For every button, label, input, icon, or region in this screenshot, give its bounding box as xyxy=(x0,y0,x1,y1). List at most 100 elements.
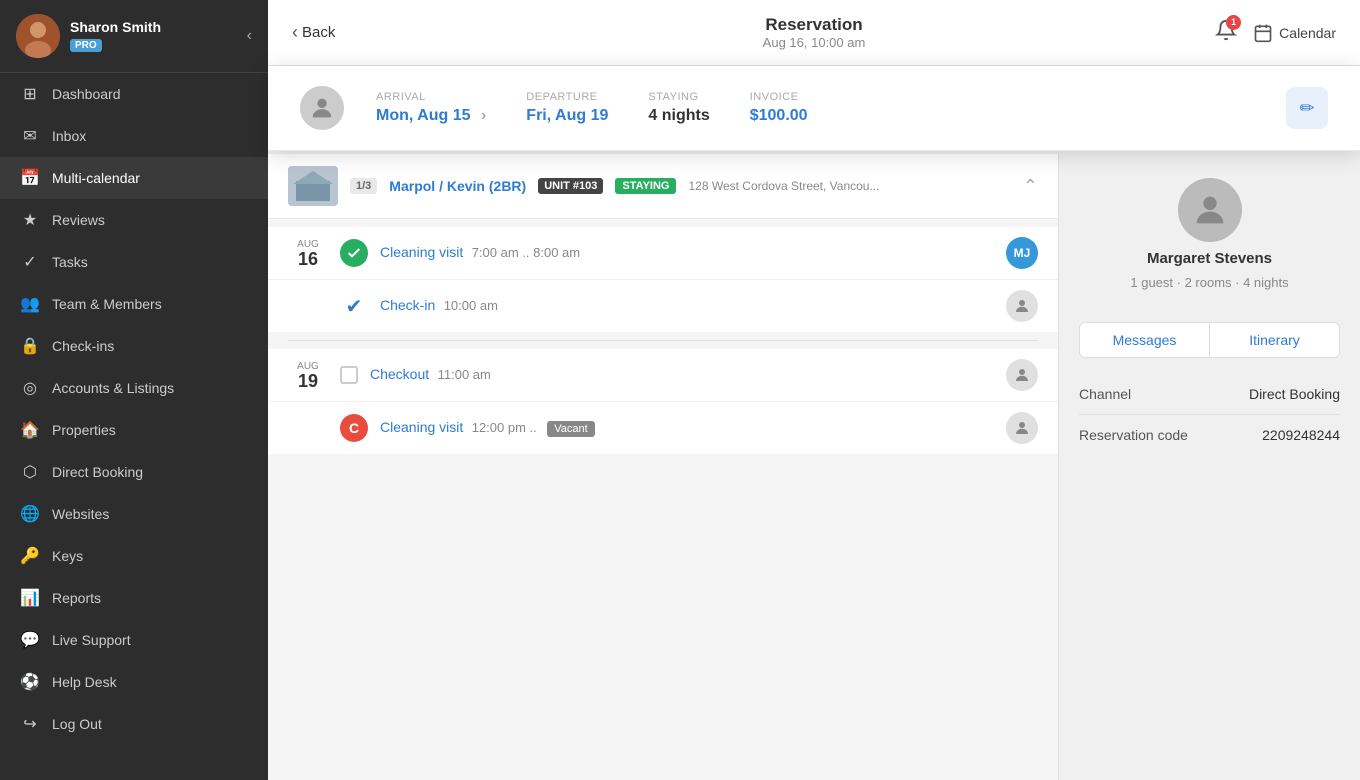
sidebar-item-dashboard[interactable]: ⊞ Dashboard xyxy=(0,73,268,115)
nav-icon-reviews: ★ xyxy=(20,210,40,230)
sidebar-item-reviews[interactable]: ★ Reviews xyxy=(0,199,268,241)
info-row-channel: Channel Direct Booking xyxy=(1079,374,1340,415)
sidebar-header: Sharon Smith PRO ‹ xyxy=(0,0,268,73)
action-tabs: Messages Itinerary xyxy=(1079,322,1340,358)
sidebar-item-tasks[interactable]: ✓ Tasks xyxy=(0,241,268,283)
nav-icon-log-out: ↪ xyxy=(20,714,40,734)
staying-value: 4 nights xyxy=(648,107,709,125)
tab-messages[interactable]: Messages xyxy=(1080,323,1210,357)
topbar-right: 1 Calendar xyxy=(1215,19,1336,47)
right-panel: Margaret Stevens 1 guest · 2 rooms · 4 n… xyxy=(1058,154,1360,780)
nav-icon-live-support: 💬 xyxy=(20,630,40,650)
event-assignee-person xyxy=(1006,359,1038,391)
booking-guest-avatar xyxy=(300,86,344,130)
edit-icon: ✏ xyxy=(1299,98,1314,119)
sidebar-item-websites[interactable]: 🌐 Websites xyxy=(0,493,268,535)
event-name: Check-in xyxy=(380,297,435,313)
day-label: AUG 16 xyxy=(288,239,328,268)
table-row: AUG 19 Checkout 11:00 am xyxy=(268,349,1058,402)
table-row: C Cleaning visit 12:00 pm .. Vacant xyxy=(268,402,1058,454)
sidebar-item-keys[interactable]: 🔑 Keys xyxy=(0,535,268,577)
nav-icon-accounts: ◎ xyxy=(20,378,40,398)
nav-label-dashboard: Dashboard xyxy=(52,86,121,102)
sidebar-item-inbox[interactable]: ✉ Inbox xyxy=(0,115,268,157)
calendar-button[interactable]: Calendar xyxy=(1253,23,1336,43)
collapse-property-icon[interactable]: ⌃ xyxy=(1023,176,1038,197)
nav-label-tasks: Tasks xyxy=(52,254,88,270)
notifications-button[interactable]: 1 xyxy=(1215,19,1237,47)
invoice-value: $100.00 xyxy=(750,107,808,125)
sidebar-item-reports[interactable]: 📊 Reports xyxy=(0,577,268,619)
sidebar-item-team[interactable]: 👥 Team & Members xyxy=(0,283,268,325)
tab-itinerary[interactable]: Itinerary xyxy=(1210,323,1339,357)
booking-card: ARRIVAL Mon, Aug 15 › DEPARTURE Fri, Aug… xyxy=(268,66,1360,151)
user-avatar xyxy=(16,14,60,58)
topbar: ‹ Back Reservation Aug 16, 10:00 am 1 xyxy=(268,0,1360,66)
event-time: 12:00 pm .. xyxy=(472,420,537,435)
checkin-check-icon: ✔ xyxy=(340,294,368,319)
nav-label-reports: Reports xyxy=(52,590,101,606)
staying-status-badge: STAYING xyxy=(615,178,676,194)
topbar-subtitle: Aug 16, 10:00 am xyxy=(763,35,866,50)
collapse-button[interactable]: ‹ xyxy=(247,27,252,45)
nav-label-websites: Websites xyxy=(52,506,109,522)
back-button[interactable]: ‹ Back xyxy=(292,22,335,43)
nav-label-multi-calendar: Multi-calendar xyxy=(52,170,140,186)
events-panel: 1/3 Marpol / Kevin (2BR) UNIT #103 STAYI… xyxy=(268,154,1058,780)
nav-label-reviews: Reviews xyxy=(52,212,105,228)
sidebar-item-log-out[interactable]: ↪ Log Out xyxy=(0,703,268,745)
nav-label-direct-booking: Direct Booking xyxy=(52,464,143,480)
property-name: Marpol / Kevin (2BR) xyxy=(389,178,526,194)
sidebar-item-help-desk[interactable]: ⚽ Help Desk xyxy=(0,661,268,703)
day-label: AUG 19 xyxy=(288,361,328,390)
invoice-field: INVOICE $100.00 xyxy=(750,91,808,125)
event-time: 10:00 am xyxy=(444,298,498,313)
sidebar-item-checkins[interactable]: 🔒 Check-ins xyxy=(0,325,268,367)
property-image xyxy=(288,166,338,206)
nav-icon-dashboard: ⊞ xyxy=(20,84,40,104)
event-assignee-mj: MJ xyxy=(1006,237,1038,269)
topbar-title: Reservation xyxy=(763,15,866,35)
sidebar-item-multi-calendar[interactable]: 📅 Multi-calendar xyxy=(0,157,268,199)
nav-icon-checkins: 🔒 xyxy=(20,336,40,356)
reservation-code-label: Reservation code xyxy=(1079,427,1188,443)
departure-value: Fri, Aug 19 xyxy=(526,107,608,125)
back-arrow-icon: ‹ xyxy=(292,22,298,43)
event-assignee-person xyxy=(1006,290,1038,322)
user-name: Sharon Smith xyxy=(70,19,237,36)
guest-avatar-large xyxy=(1178,178,1242,242)
pro-badge: PRO xyxy=(70,39,102,52)
checkin-event: Check-in 10:00 am xyxy=(380,297,498,315)
sidebar-item-properties[interactable]: 🏠 Properties xyxy=(0,409,268,451)
event-assignee-person xyxy=(1006,412,1038,444)
cleaning-cancel-icon: C xyxy=(340,414,368,442)
nav-label-live-support: Live Support xyxy=(52,632,131,648)
edit-button[interactable]: ✏ xyxy=(1286,87,1328,129)
sidebar-item-live-support[interactable]: 💬 Live Support xyxy=(0,619,268,661)
nav-icon-tasks: ✓ xyxy=(20,252,40,272)
event-name: Checkout xyxy=(370,366,429,382)
event-name: Cleaning visit xyxy=(380,244,463,260)
main-content: ‹ Back Reservation Aug 16, 10:00 am 1 xyxy=(268,0,1360,780)
table-row: AUG 16 Cleaning visit 7:00 am .. 8:00 am… xyxy=(268,227,1058,280)
sidebar-item-direct-booking[interactable]: ⬡ Direct Booking xyxy=(0,451,268,493)
event-time: 11:00 am xyxy=(438,367,491,382)
unit-badge: UNIT #103 xyxy=(538,178,603,194)
vacant-badge: Vacant xyxy=(547,421,594,437)
departure-label: DEPARTURE xyxy=(526,91,608,103)
nav-label-inbox: Inbox xyxy=(52,128,86,144)
arrival-label: ARRIVAL xyxy=(376,91,486,103)
arrival-field: ARRIVAL Mon, Aug 15 › xyxy=(376,91,486,125)
event-group-aug19: AUG 19 Checkout 11:00 am xyxy=(268,341,1058,462)
cleaning-check-icon xyxy=(340,239,368,267)
reservation-info: Channel Direct Booking Reservation code … xyxy=(1079,374,1340,455)
reservation-code-value: 2209248244 xyxy=(1262,427,1340,443)
checkout-checkbox[interactable] xyxy=(340,366,358,384)
nav-label-keys: Keys xyxy=(52,548,83,564)
nav-icon-help-desk: ⚽ xyxy=(20,672,40,692)
sidebar-item-accounts[interactable]: ◎ Accounts & Listings xyxy=(0,367,268,409)
back-label: Back xyxy=(302,24,335,41)
nav-icon-reports: 📊 xyxy=(20,588,40,608)
property-page-badge: 1/3 xyxy=(350,178,377,194)
notification-badge: 1 xyxy=(1226,15,1241,30)
